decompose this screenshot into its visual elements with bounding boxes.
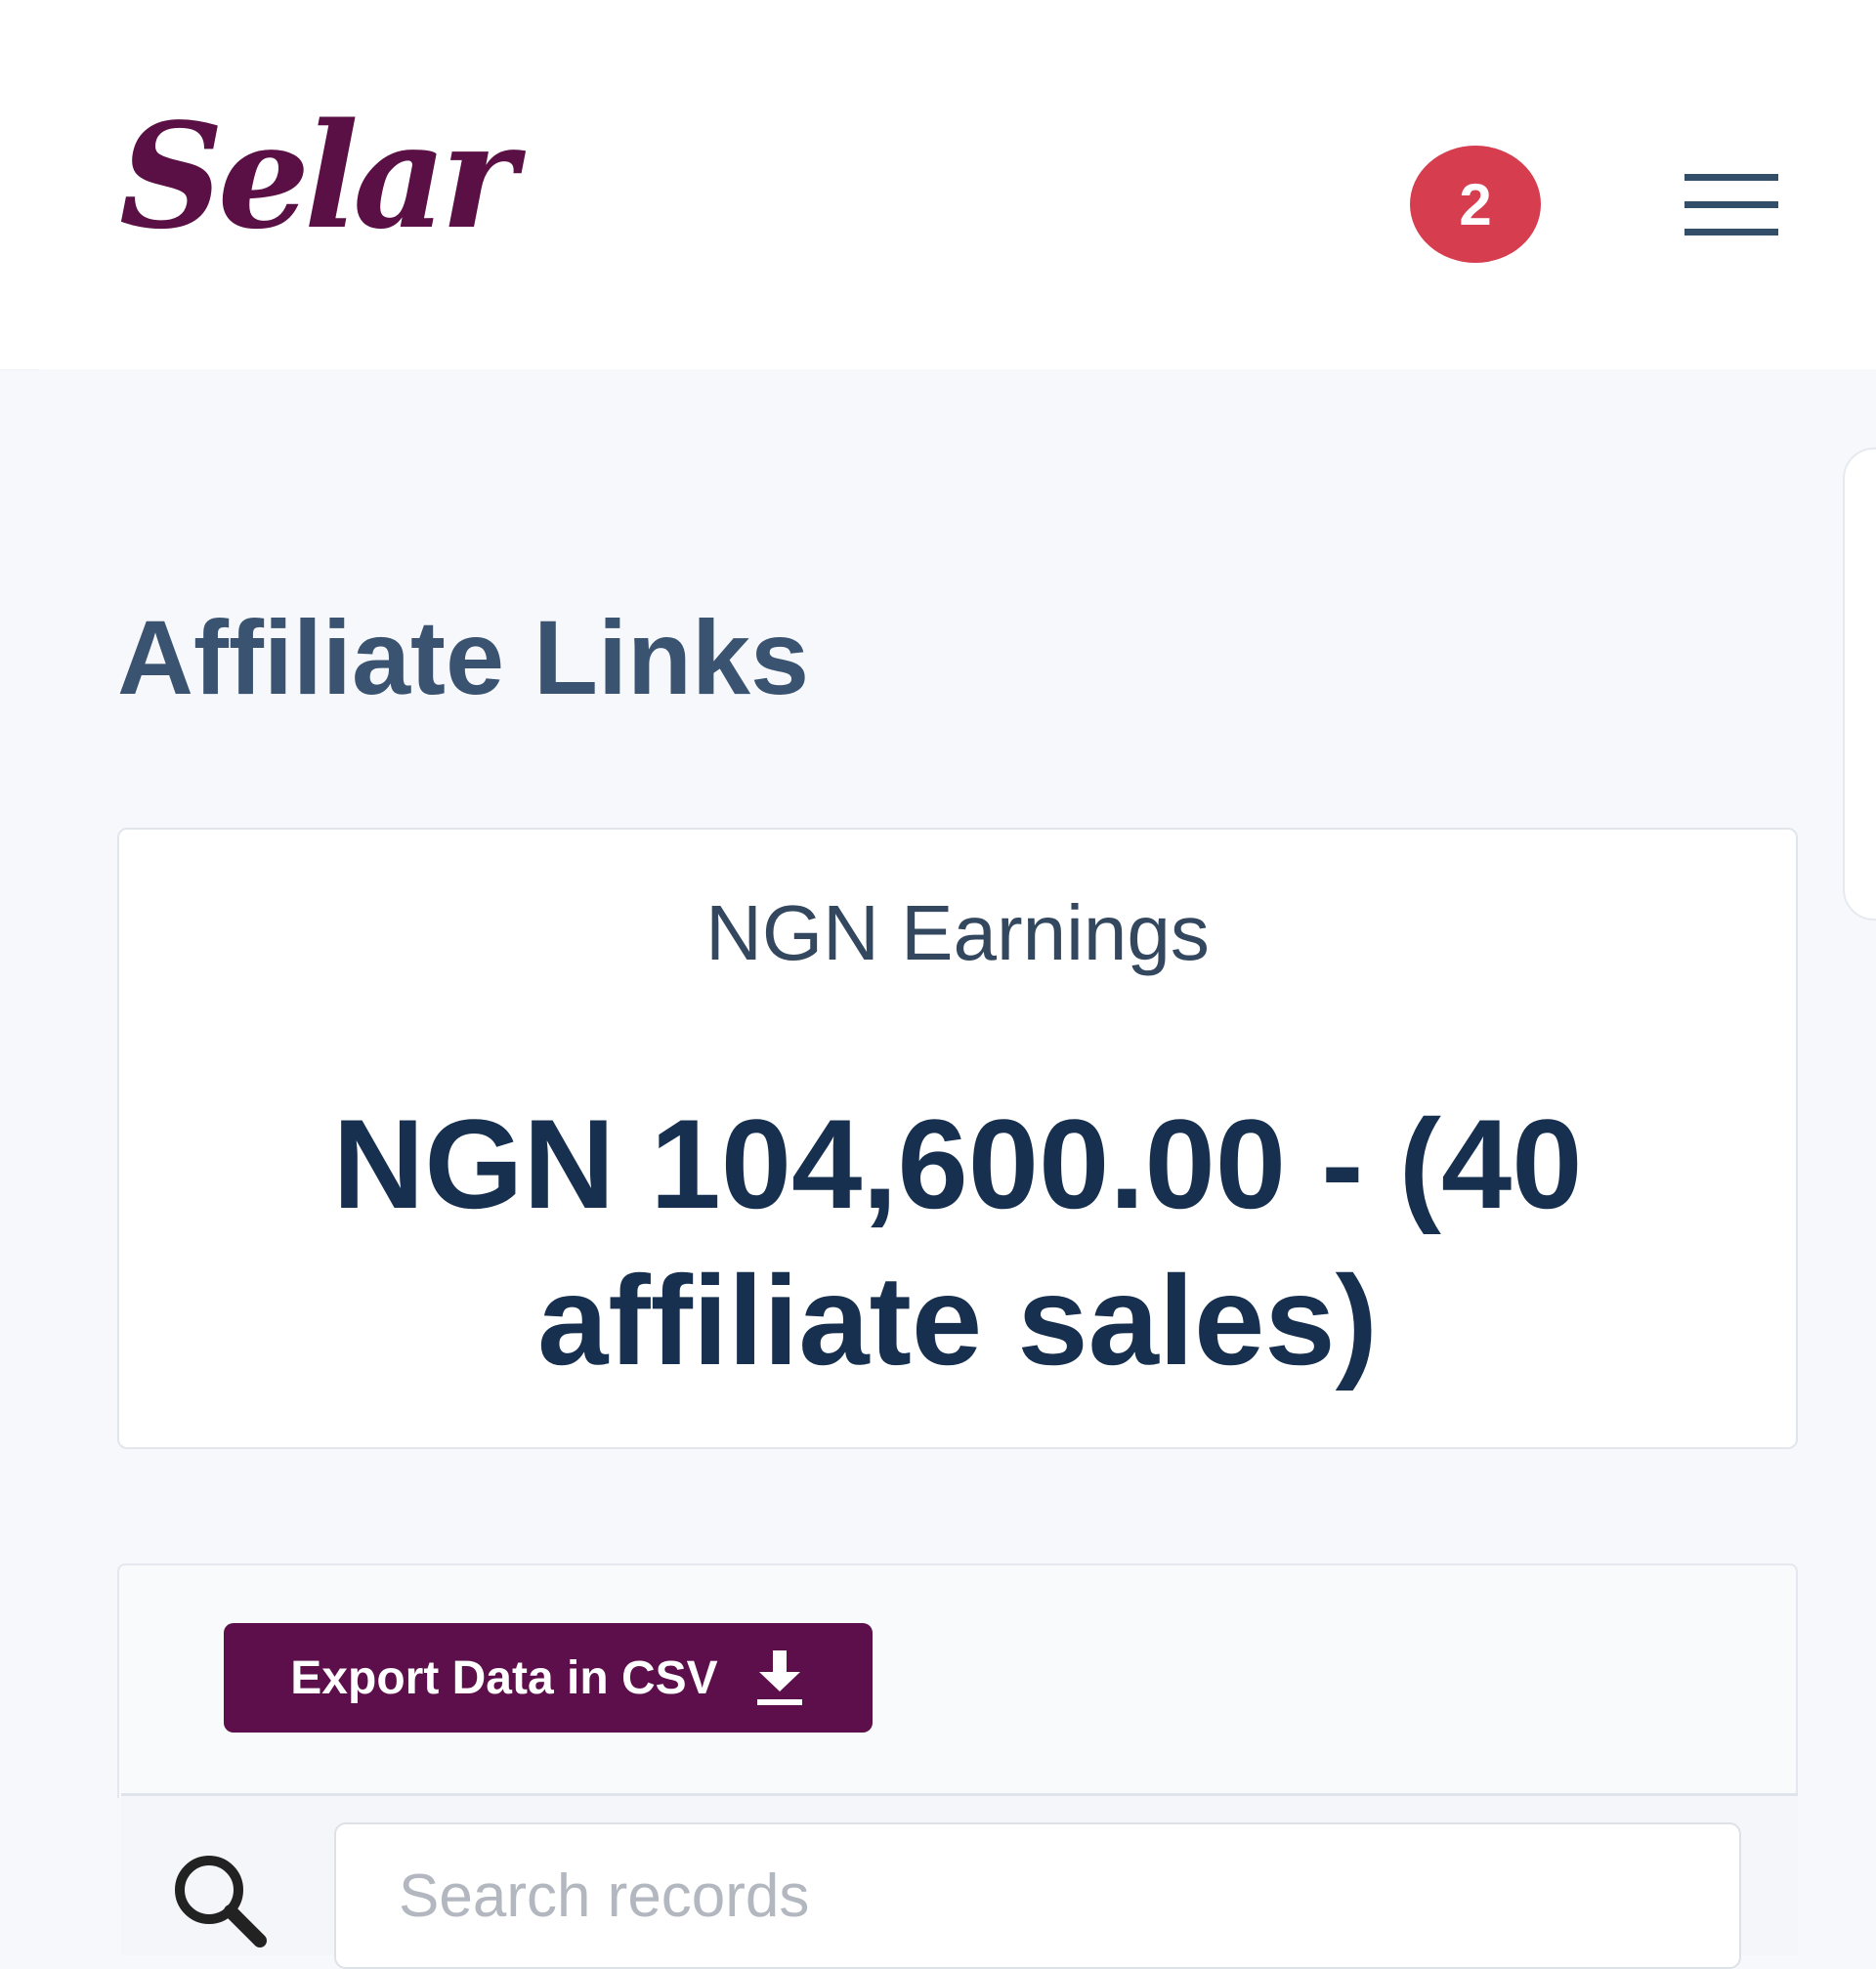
export-csv-button[interactable]: Export Data in CSV (224, 1623, 873, 1733)
top-header: Selar 2 (0, 0, 1876, 370)
selar-logo[interactable]: Selar (119, 104, 517, 248)
search-input[interactable] (334, 1822, 1741, 1969)
side-panel-edge (1843, 448, 1876, 920)
earnings-label: NGN Earnings (705, 889, 1210, 976)
download-icon (756, 1650, 802, 1705)
page-title: Affiliate Links (117, 598, 810, 716)
hamburger-menu-button[interactable] (1681, 166, 1788, 244)
earnings-card: NGN Earnings NGN 104,600.00 - (40 affili… (117, 828, 1798, 1449)
export-csv-label: Export Data in CSV (290, 1651, 718, 1704)
notification-badge[interactable]: 2 (1410, 146, 1541, 263)
earnings-amount: NGN 104,600.00 - (40 affiliate sales) (332, 1092, 1583, 1391)
search-icon (175, 1856, 267, 1948)
hamburger-menu-icon (1684, 174, 1778, 235)
